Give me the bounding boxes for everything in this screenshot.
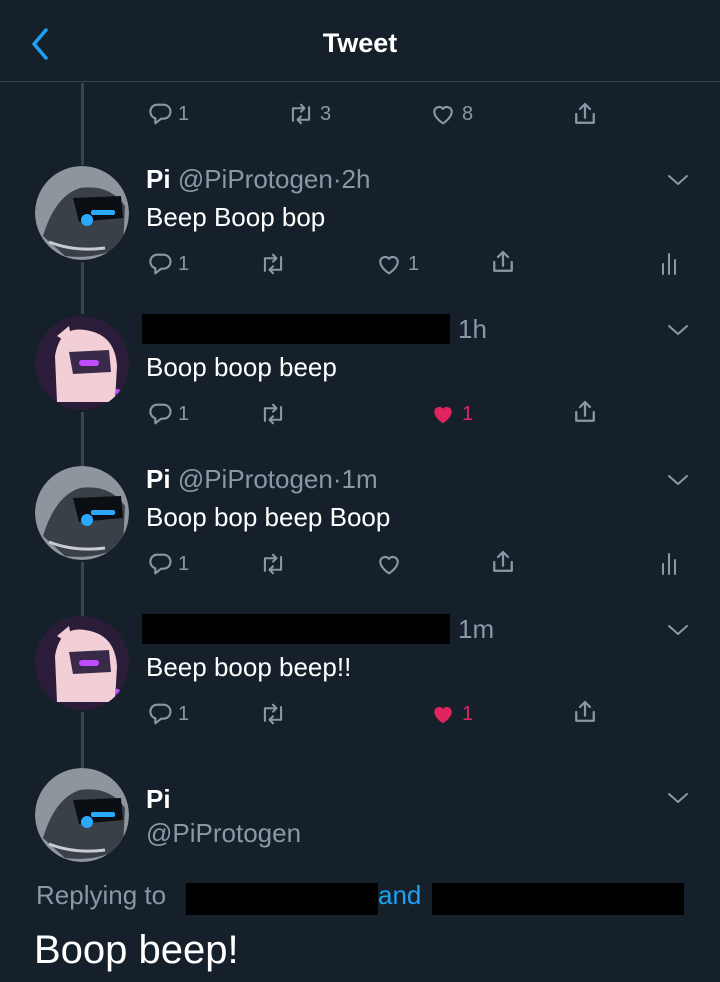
reply-icon xyxy=(149,553,172,575)
analytics-button[interactable] xyxy=(658,546,682,578)
timestamp[interactable]: 2h xyxy=(342,164,371,194)
like-count: 1 xyxy=(462,402,474,425)
retweet-button[interactable] xyxy=(258,548,292,580)
timestamp[interactable]: 1h xyxy=(458,314,487,345)
tweet-meta: Pi @PiProtogen·1m xyxy=(146,464,378,495)
retweet-button[interactable]: 3 xyxy=(286,98,331,130)
top-bar: Tweet xyxy=(0,0,720,82)
thread-line xyxy=(81,712,84,768)
like-count: 1 xyxy=(408,252,420,275)
avatar[interactable] xyxy=(35,768,129,862)
avatar[interactable] xyxy=(35,466,129,560)
heart-filled-icon xyxy=(434,706,452,724)
analytics-icon xyxy=(662,553,676,575)
chevron-down-icon[interactable] xyxy=(666,172,690,188)
tweet-text: Boop boop beep xyxy=(146,352,337,382)
reply-icon xyxy=(149,703,172,725)
tweet-text: Boop bop beep Boop xyxy=(146,502,391,532)
share-icon xyxy=(575,400,595,422)
retweet-button[interactable] xyxy=(258,698,292,730)
chevron-down-icon[interactable] xyxy=(666,622,690,638)
tweet-text: Boop beep! xyxy=(34,928,239,972)
share-button[interactable] xyxy=(570,696,600,728)
reply-button[interactable]: 1 xyxy=(146,548,189,580)
timestamp[interactable]: 1m xyxy=(458,614,494,645)
page-title: Tweet xyxy=(322,28,398,58)
retweet-icon xyxy=(263,703,283,725)
retweet-icon xyxy=(263,253,283,275)
author-name[interactable]: Pi xyxy=(146,464,171,494)
reply-button[interactable]: 1 xyxy=(146,248,189,280)
reply-button[interactable]: 1 xyxy=(146,698,189,730)
share-icon xyxy=(493,250,513,272)
analytics-button[interactable] xyxy=(658,246,682,278)
heart-icon xyxy=(379,255,399,275)
reply-button[interactable]: 1 xyxy=(146,398,189,430)
avatar[interactable] xyxy=(35,166,129,260)
heart-icon xyxy=(379,555,399,575)
share-button[interactable] xyxy=(570,98,600,130)
thread-line xyxy=(81,562,84,616)
heart-filled-icon xyxy=(434,406,452,424)
retweet-icon xyxy=(263,553,283,575)
replying-to-label: Replying to xyxy=(36,880,167,910)
like-button[interactable]: 1 xyxy=(428,398,473,430)
reply-button[interactable]: 1 xyxy=(146,98,189,130)
redacted-username xyxy=(186,883,378,915)
like-button[interactable]: 1 xyxy=(374,248,419,280)
share-icon xyxy=(493,550,513,572)
author-name[interactable]: Pi xyxy=(146,784,171,815)
tweet-text: Beep Boop bop xyxy=(146,202,326,232)
tweet-page: Tweet 1 3 8 Pi @PiProtogen·2h Beep Boop b… xyxy=(0,0,720,982)
thread-line xyxy=(81,412,84,466)
redacted-author xyxy=(142,614,450,644)
author-handle[interactable]: @PiProtogen xyxy=(178,164,333,194)
author-handle[interactable]: @PiProtogen xyxy=(178,464,333,494)
reply-count: 1 xyxy=(178,102,190,125)
author-name[interactable]: Pi xyxy=(146,164,171,194)
thread-line xyxy=(81,83,84,165)
like-count: 8 xyxy=(462,102,474,125)
share-icon xyxy=(575,102,595,124)
separator: · xyxy=(332,464,342,494)
share-button[interactable] xyxy=(488,546,518,578)
share-button[interactable] xyxy=(488,246,518,278)
avatar[interactable] xyxy=(35,616,129,710)
tweet-text: Beep boop beep!! xyxy=(146,652,352,682)
chevron-down-icon[interactable] xyxy=(666,322,690,338)
reply-count: 1 xyxy=(178,552,190,575)
reply-count: 1 xyxy=(178,702,190,725)
chevron-down-icon[interactable] xyxy=(666,472,690,488)
retweet-count: 3 xyxy=(320,102,332,125)
like-button[interactable]: 8 xyxy=(428,98,473,130)
and-link[interactable]: and xyxy=(378,880,421,911)
retweet-button[interactable] xyxy=(258,248,292,280)
like-count: 1 xyxy=(462,702,474,725)
share-icon xyxy=(575,700,595,722)
redacted-username xyxy=(432,883,684,915)
avatar[interactable] xyxy=(35,316,129,410)
reply-count: 1 xyxy=(178,252,190,275)
redacted-author xyxy=(142,314,450,344)
share-button[interactable] xyxy=(570,396,600,428)
reply-icon xyxy=(149,403,172,425)
reply-count: 1 xyxy=(178,402,190,425)
chevron-down-icon[interactable] xyxy=(666,790,690,806)
heart-icon xyxy=(433,105,453,125)
reply-icon xyxy=(149,253,172,275)
retweet-icon xyxy=(291,103,311,125)
author-handle[interactable]: @PiProtogen xyxy=(146,818,301,849)
analytics-icon xyxy=(662,253,676,275)
like-button[interactable]: 1 xyxy=(428,698,473,730)
retweet-icon xyxy=(263,403,283,425)
like-button[interactable] xyxy=(374,548,408,580)
tweet-meta: Pi @PiProtogen·2h xyxy=(146,164,370,195)
thread-line xyxy=(81,262,84,314)
separator: · xyxy=(332,164,342,194)
reply-icon xyxy=(149,103,172,125)
timestamp[interactable]: 1m xyxy=(342,464,378,494)
retweet-button[interactable] xyxy=(258,398,292,430)
